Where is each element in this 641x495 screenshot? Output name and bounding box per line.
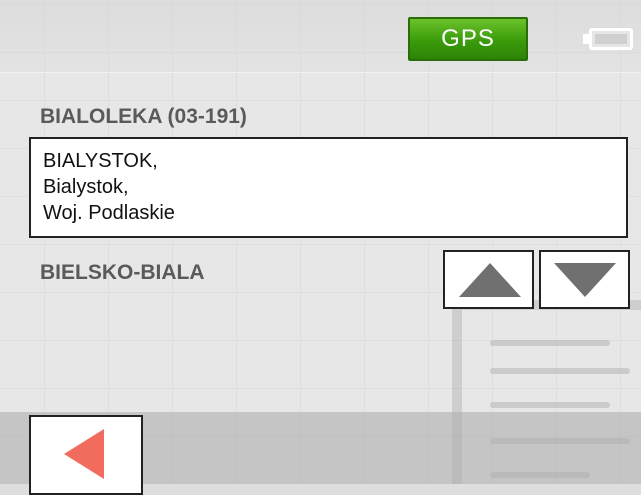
document-watermark-icon — [452, 300, 641, 484]
arrow-down-icon — [554, 263, 616, 297]
arrow-up-icon — [459, 263, 521, 297]
arrow-left-icon — [64, 429, 104, 479]
list-item-selected[interactable]: BIALYSTOK, Bialystok, Woj. Podlaskie — [29, 137, 628, 238]
list-item[interactable]: BIALOLEKA (03-191) — [40, 105, 247, 129]
list-item[interactable]: BIELSKO-BIALA — [40, 261, 205, 285]
battery-icon — [583, 28, 633, 50]
scroll-down-button[interactable] — [539, 250, 630, 309]
gps-status-badge: GPS — [408, 17, 528, 61]
status-bar — [0, 0, 641, 73]
list-item-line: BIALYSTOK, — [43, 150, 158, 172]
list-item-line: Bialystok, — [43, 176, 129, 198]
scroll-up-button[interactable] — [443, 250, 534, 309]
list-item-line: Woj. Podlaskie — [43, 202, 175, 224]
back-button[interactable] — [29, 415, 143, 495]
